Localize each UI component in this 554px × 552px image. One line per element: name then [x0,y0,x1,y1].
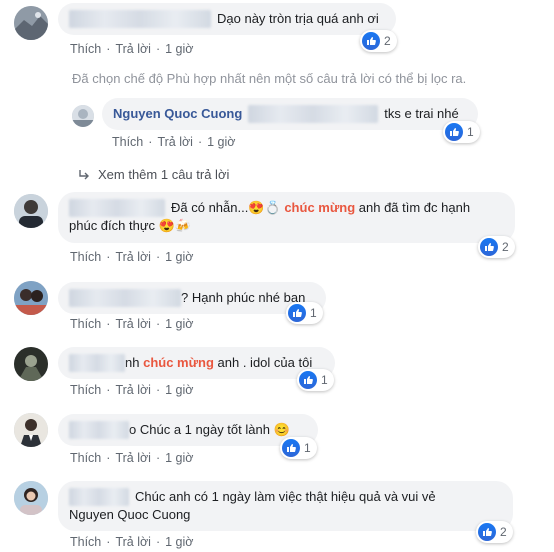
comment-text: Hạnh phúc nhé bạn [191,290,306,305]
reaction-count[interactable]: 1 [280,437,317,459]
like-link[interactable]: Thích [70,250,101,264]
like-link[interactable]: Thích [70,42,101,56]
highlight-text[interactable]: chúc mừng [284,200,355,215]
reaction-count[interactable]: 2 [476,521,513,543]
reaction-count[interactable]: 2 [478,236,515,258]
timestamp[interactable]: 1 giờ [165,535,193,549]
like-icon [288,304,306,322]
comment-actions: Thích · Trả lời · 1 giờ [70,383,194,397]
reply-avatar[interactable] [72,105,94,127]
reply-actions: Thích · Trả lời · 1 giờ [112,135,236,149]
like-icon [299,371,317,389]
comment-bubble: Dạo này tròn trịa quá anh ơi [58,3,396,35]
filter-note: Đã chọn chế độ Phù hợp nhất nên một số c… [72,71,467,86]
beer-icon: 🍻 [174,218,192,233]
avatar[interactable] [14,194,48,228]
avatar-photo-icon [72,105,94,127]
reaction-count[interactable]: 2 [360,30,397,52]
avatar-couple-icon [14,281,48,315]
avatar[interactable] [14,481,48,515]
highlight-text[interactable]: chúc mừng [143,355,214,370]
like-link[interactable]: Thích [70,317,101,331]
comment-bubble: Chúc anh có 1 ngày làm việc thật hiệu qu… [58,481,513,531]
view-more-replies[interactable]: Xem thêm 1 câu trả lời [78,167,229,182]
avatar[interactable] [14,6,48,40]
like-link[interactable]: Thích [112,135,143,149]
avatar-landscape-icon [14,6,48,40]
avatar[interactable] [14,281,48,315]
comment-actions: Thích · Trả lời · 1 giờ [70,535,194,549]
like-icon [282,439,300,457]
timestamp[interactable]: 1 giờ [165,42,193,56]
reply-author[interactable]: Nguyen Quoc Cuong [113,106,242,121]
avatar-dark-icon [14,347,48,381]
comment-bubble: nh chúc mừng anh . idol của tôi [58,347,335,379]
timestamp[interactable]: 1 giờ [165,317,193,331]
reply-link[interactable]: Trả lời [115,451,151,465]
reply-link[interactable]: Trả lời [115,317,151,331]
comment-actions: Thích · Trả lời · 1 giờ [70,317,194,331]
avatar[interactable] [14,413,48,447]
like-icon [478,523,496,541]
avatar-woman-icon [14,481,48,515]
comment-actions: Thích · Trả lời · 1 giờ [70,451,194,465]
like-icon [445,123,463,141]
reply-link[interactable]: Trả lời [115,535,151,549]
avatar[interactable] [14,347,48,381]
comment-bubble: Đã có nhẫn...😍💍 chúc mừng anh đã tìm đc … [58,192,515,243]
reply-link[interactable]: Trả lời [115,250,151,264]
like-link[interactable]: Thích [70,535,101,549]
comment-text: Chúc a 1 ngày tốt lành [139,422,270,437]
timestamp[interactable]: 1 giờ [165,451,193,465]
timestamp[interactable]: 1 giờ [165,250,193,264]
ring-icon: 💍 [264,200,281,215]
avatar-person-icon [14,194,48,228]
like-icon [362,32,380,50]
avatar-suit-icon [14,413,48,447]
comment-bubble: o Chúc a 1 ngày tốt lành 😊 [58,414,318,446]
comment-actions: Thích · Trả lời · 1 giờ [70,250,194,264]
reply-arrow-icon [79,170,89,180]
reply-bubble: Nguyen Quoc Cuong tks e trai nhé [102,98,478,130]
comment-actions: Thích · Trả lời · 1 giờ [70,42,194,56]
reply-link[interactable]: Trả lời [157,135,193,149]
reaction-count[interactable]: 1 [443,121,480,143]
like-icon [480,238,498,256]
reaction-count[interactable]: 1 [286,302,323,324]
timestamp[interactable]: 1 giờ [165,383,193,397]
reaction-count[interactable]: 1 [297,369,334,391]
timestamp[interactable]: 1 giờ [207,135,235,149]
comment-text: anh . idol của tôi [217,355,313,370]
heart-eyes-icon: 😍 [248,200,265,215]
smile-icon: 😊 [273,422,290,437]
reply-link[interactable]: Trả lời [115,42,151,56]
comment-text-line2: Nguyen Quoc Cuong [69,507,191,522]
like-link[interactable]: Thích [70,383,101,397]
reply-link[interactable]: Trả lời [115,383,151,397]
reply-text: tks e trai nhé [384,106,459,121]
heart-eyes-icon: 😍 [158,218,175,233]
comment-text: Dạo này tròn trịa quá anh ơi [217,11,379,26]
comment-text: Chúc anh có 1 ngày làm việc thật hiệu qu… [135,489,436,504]
like-link[interactable]: Thích [70,451,101,465]
